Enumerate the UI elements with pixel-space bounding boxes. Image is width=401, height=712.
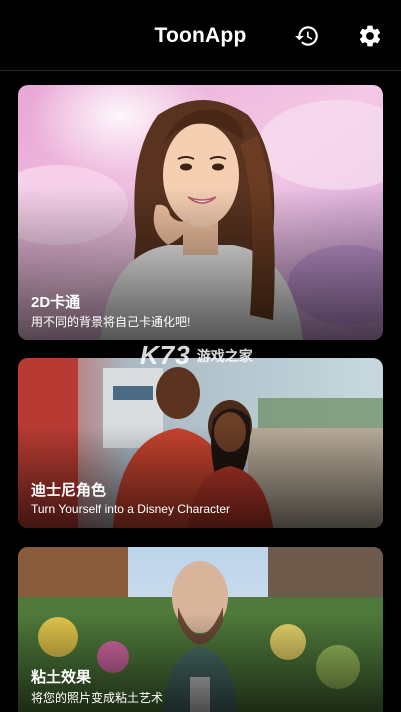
- card-subtitle: 用不同的背景将自己卡通化吧!: [31, 315, 191, 329]
- card-title: 迪士尼角色: [31, 482, 107, 499]
- card-subtitle: 将您的照片变成粘土艺术: [31, 691, 164, 705]
- watermark-text: 游戏之家: [196, 347, 253, 364]
- gear-icon[interactable]: [354, 20, 386, 52]
- app-header: ToonApp: [0, 0, 401, 70]
- card-title: 粘土效果: [31, 669, 92, 686]
- header-divider: [0, 70, 401, 71]
- history-icon[interactable]: [291, 20, 323, 52]
- watermark: K73 游戏之家: [140, 340, 253, 371]
- card-clay-effect[interactable]: 粘土效果 将您的照片变成粘土艺术: [18, 547, 383, 712]
- watermark-logo: K73: [140, 340, 191, 370]
- card-2d-cartoon[interactable]: 2D卡通 用不同的背景将自己卡通化吧!: [18, 85, 383, 340]
- card-title: 2D卡通: [31, 294, 81, 311]
- card-subtitle: Turn Yourself into a Disney Character: [31, 502, 230, 516]
- app-title: ToonApp: [154, 24, 247, 47]
- card-disney-character[interactable]: 迪士尼角色 Turn Yourself into a Disney Charac…: [18, 358, 383, 528]
